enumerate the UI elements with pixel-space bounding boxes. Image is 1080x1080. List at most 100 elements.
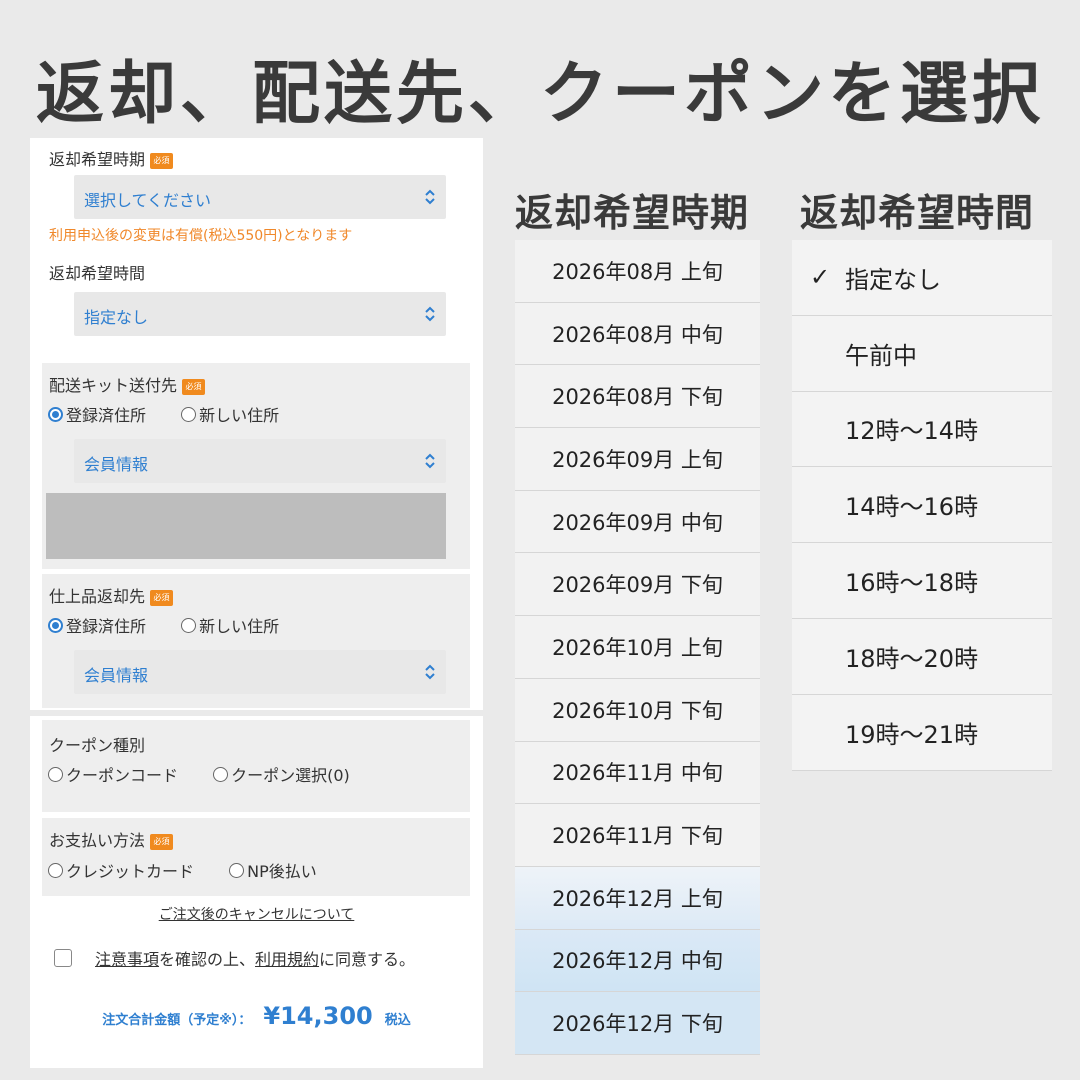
time-option-label: 18時～20時 [845, 644, 979, 673]
select-chevron-icon [425, 189, 435, 205]
radio-unchecked-icon [229, 862, 245, 878]
time-option-label: 16時～18時 [845, 569, 979, 598]
date-option[interactable]: 2026年12月 上旬 [515, 866, 760, 930]
date-option[interactable]: 2026年09月 下旬 [515, 553, 760, 617]
radio-unchecked-icon [181, 406, 197, 422]
select-chevron-icon [425, 664, 435, 680]
payment-label: お支払い方法 [49, 831, 146, 850]
return-address-section: 仕上品返却先 必須 登録済住所 新しい住所 会員情報 [42, 574, 470, 708]
radio-unchecked-icon [181, 617, 197, 633]
agree-text-part: に同意する。 [319, 950, 416, 969]
return-address-label: 仕上品返却先 [49, 587, 146, 606]
cancel-policy-link[interactable]: ご注文後のキャンセルについて [30, 904, 483, 924]
kit-address-section: 配送キット送付先 必須 登録済住所 新しい住所 会員情報 [42, 363, 470, 569]
return-address-radio-new[interactable]: 新しい住所 [181, 613, 279, 637]
radio-label: 新しい住所 [199, 617, 280, 636]
return-address-label-row: 仕上品返却先 必須 [49, 583, 174, 607]
order-total: 注文合計金額（予定※）： ¥14,300 税込 [30, 1002, 483, 1030]
return-date-select-value: 選択してください [84, 191, 212, 210]
agree-text: 注意事項を確認の上、利用規約に同意する。 [95, 946, 415, 970]
time-option[interactable]: ✓ 指定なし [792, 240, 1052, 316]
order-form: 返却希望時期 必須 選択してください 利用申込後の変更は有償(税込550円)となり… [30, 138, 483, 1068]
radio-label: NP後払い [247, 862, 317, 881]
time-option[interactable]: 午前中 [792, 315, 1052, 392]
kit-address-radio-new[interactable]: 新しい住所 [181, 402, 279, 426]
notes-link[interactable]: 注意事項 [95, 950, 159, 969]
time-option[interactable]: 12時～14時 [792, 391, 1052, 468]
radio-unchecked-icon [213, 766, 229, 782]
coupon-radio-code[interactable]: クーポンコード [48, 762, 178, 786]
agree-row: 注意事項を確認の上、利用規約に同意する。 [54, 946, 415, 970]
date-option[interactable]: 2026年10月 上旬 [515, 616, 760, 679]
coupon-radio-select[interactable]: クーポン選択(0) [213, 762, 350, 786]
return-date-label: 返却希望時期 [49, 150, 146, 169]
coupon-radios: クーポンコード クーポン選択(0) [48, 762, 380, 786]
radio-label: クーポンコード [66, 766, 179, 785]
required-badge: 必須 [150, 589, 174, 606]
time-option-label: 14時～16時 [845, 493, 979, 522]
radio-label: クレジットカード [66, 862, 195, 881]
date-option[interactable]: 2026年10月 下旬 [515, 678, 760, 742]
payment-label-row: お支払い方法 必須 [49, 827, 174, 851]
kit-address-label: 配送キット送付先 [49, 376, 178, 395]
date-option[interactable]: 2026年09月 中旬 [515, 490, 760, 554]
radio-unchecked-icon [48, 766, 63, 782]
return-date-label-row: 返却希望時期 必須 [49, 146, 174, 170]
radio-label: 登録済住所 [66, 406, 147, 425]
checkmark-icon: ✓ [810, 263, 831, 292]
kit-address-label-row: 配送キット送付先 必須 [49, 372, 206, 396]
kit-address-radio-registered[interactable]: 登録済住所 [48, 402, 146, 426]
radio-checked-icon [48, 406, 63, 422]
coupon-label: クーポン種別 [49, 736, 146, 755]
form-card-bottom: クーポン種別 クーポンコード クーポン選択(0) お支払い方法 必須 クレジットカ… [30, 716, 483, 1068]
kit-address-select-value: 会員情報 [84, 455, 149, 474]
select-chevron-icon [425, 453, 435, 469]
date-option[interactable]: 2026年11月 中旬 [515, 741, 760, 805]
agree-text-part: を確認の上、 [159, 950, 256, 969]
return-time-select-value: 指定なし [84, 308, 149, 327]
payment-section: お支払い方法 必須 クレジットカード NP後払い [42, 818, 470, 896]
return-address-select[interactable]: 会員情報 [74, 650, 446, 694]
time-option[interactable]: 19時～21時 [792, 694, 1052, 771]
return-date-note: 利用申込後の変更は有償(税込550円)となります [49, 228, 353, 244]
radio-unchecked-icon [48, 862, 63, 878]
select-chevron-icon [425, 306, 435, 322]
order-total-tax: 税込 [384, 1013, 411, 1028]
date-picker-list: 2026年08月 上旬 2026年08月 中旬 2026年08月 下旬 2026年09… [515, 240, 760, 1055]
return-time-label: 返却希望時間 [49, 264, 146, 283]
time-option[interactable]: 14時～16時 [792, 467, 1052, 544]
required-badge: 必須 [150, 833, 174, 850]
terms-link[interactable]: 利用規約 [255, 950, 319, 969]
return-address-radio-registered[interactable]: 登録済住所 [48, 613, 146, 637]
return-date-select[interactable]: 選択してください [74, 175, 446, 219]
payment-radio-credit[interactable]: クレジットカード [48, 858, 194, 882]
date-option[interactable]: 2026年12月 中旬 [515, 929, 760, 993]
kit-address-radios: 登録済住所 新しい住所 [48, 402, 309, 426]
required-badge: 必須 [150, 152, 174, 169]
date-option[interactable]: 2026年08月 下旬 [515, 365, 760, 429]
page-title: 返却、配送先、クーポンを選択 [35, 55, 1044, 134]
time-option[interactable]: 18時～20時 [792, 618, 1052, 695]
radio-label: 新しい住所 [199, 406, 280, 425]
time-option-label: 12時～14時 [845, 417, 979, 446]
time-option[interactable]: 16時～18時 [792, 543, 1052, 619]
date-option[interactable]: 2026年09月 上旬 [515, 428, 760, 491]
payment-radio-np[interactable]: NP後払い [229, 858, 317, 882]
order-total-label: 注文合計金額（予定※）： [102, 1013, 252, 1028]
return-address-radios: 登録済住所 新しい住所 [48, 613, 309, 637]
time-option-label: 指定なし [845, 265, 941, 294]
return-address-select-value: 会員情報 [84, 666, 149, 685]
date-option[interactable]: 2026年12月 下旬 [515, 992, 760, 1055]
time-picker-list: ✓ 指定なし午前中 12時～14時 14時～16時 16時～18時 18時～20時 19時～… [792, 240, 1052, 771]
date-option[interactable]: 2026年11月 下旬 [515, 804, 760, 867]
coupon-section: クーポン種別 クーポンコード クーポン選択(0) [42, 720, 470, 812]
return-time-select[interactable]: 指定なし [74, 292, 446, 336]
kit-address-select[interactable]: 会員情報 [74, 439, 446, 483]
radio-label: 登録済住所 [66, 617, 147, 636]
agree-checkbox[interactable] [54, 949, 72, 967]
radio-label: クーポン選択(0) [231, 766, 350, 785]
date-option[interactable]: 2026年08月 上旬 [515, 240, 760, 303]
order-total-amount: ¥14,300 [263, 1002, 373, 1030]
time-option-label: 19時～21時 [845, 720, 979, 749]
date-option[interactable]: 2026年08月 中旬 [515, 302, 760, 366]
